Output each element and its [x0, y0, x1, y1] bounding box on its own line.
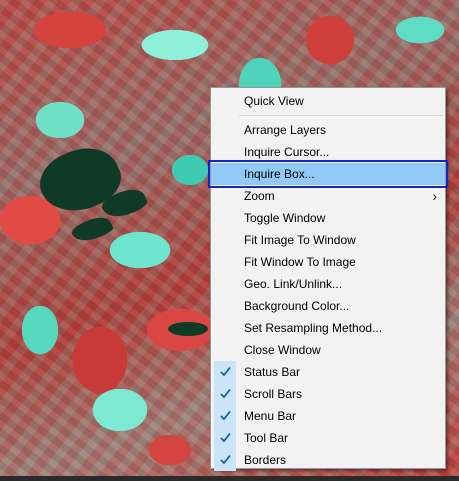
menu-item-label: Geo. Link/Unlink... [244, 277, 343, 291]
menu-item-tool-bar[interactable]: Tool Bar [211, 427, 445, 449]
menu-item-set-resampling-method[interactable]: Set Resampling Method... [211, 317, 445, 339]
checkmark-icon [214, 449, 236, 471]
water-body [168, 322, 208, 336]
menu-item-arrange-layers[interactable]: Arrange Layers [211, 119, 445, 141]
context-menu: Quick View Arrange Layers Inquire Cursor..… [208, 87, 448, 471]
menu-item-geo-link-unlink[interactable]: Geo. Link/Unlink... [211, 273, 445, 295]
checkmark-icon [214, 361, 236, 383]
menu-item-quick-view[interactable]: Quick View [211, 90, 445, 112]
menu-item-label: Status Bar [244, 365, 301, 379]
menu-item-fit-window-to-image[interactable]: Fit Window To Image [211, 251, 445, 273]
menu-item-label: Fit Image To Window [244, 233, 356, 247]
menu-item-label: Scroll Bars [244, 387, 303, 401]
menu-item-scroll-bars[interactable]: Scroll Bars [211, 383, 445, 405]
menu-item-label: Tool Bar [244, 431, 289, 445]
checkmark-icon [214, 405, 236, 427]
menu-item-background-color[interactable]: Background Color... [211, 295, 445, 317]
menu-item-zoom[interactable]: Zoom › [211, 185, 445, 207]
menu-item-label: Toggle Window [244, 211, 326, 225]
menu-item-close-window[interactable]: Close Window [211, 339, 445, 361]
menu-item-status-bar[interactable]: Status Bar [211, 361, 445, 383]
menu-item-borders[interactable]: Borders [211, 449, 445, 471]
checkmark-icon [214, 427, 236, 449]
water-body [31, 135, 129, 225]
menu-item-label: Zoom [244, 189, 275, 203]
menu-item-fit-image-to-window[interactable]: Fit Image To Window [211, 229, 445, 251]
menu-item-label: Inquire Box... [244, 167, 315, 181]
menu-item-label: Set Resampling Method... [244, 321, 383, 335]
chevron-right-icon: › [432, 188, 437, 204]
menu-item-label: Fit Window To Image [244, 255, 356, 269]
menu-item-inquire-box[interactable]: Inquire Box... [208, 160, 448, 188]
menu-item-toggle-window[interactable]: Toggle Window [211, 207, 445, 229]
menu-item-label: Borders [244, 453, 287, 467]
menu-item-label: Background Color... [244, 299, 350, 313]
menu-item-label: Close Window [244, 343, 321, 357]
menu-item-inquire-cursor[interactable]: Inquire Cursor... [211, 141, 445, 163]
menu-item-label: Menu Bar [244, 409, 297, 423]
menu-item-label: Arrange Layers [244, 123, 327, 137]
menu-item-label: Quick View [244, 94, 304, 108]
menu-item-label: Inquire Cursor... [244, 145, 330, 159]
menu-separator [239, 115, 443, 116]
menu-item-menu-bar[interactable]: Menu Bar [211, 405, 445, 427]
window-bottom-edge [0, 476, 459, 481]
checkmark-icon [214, 383, 236, 405]
